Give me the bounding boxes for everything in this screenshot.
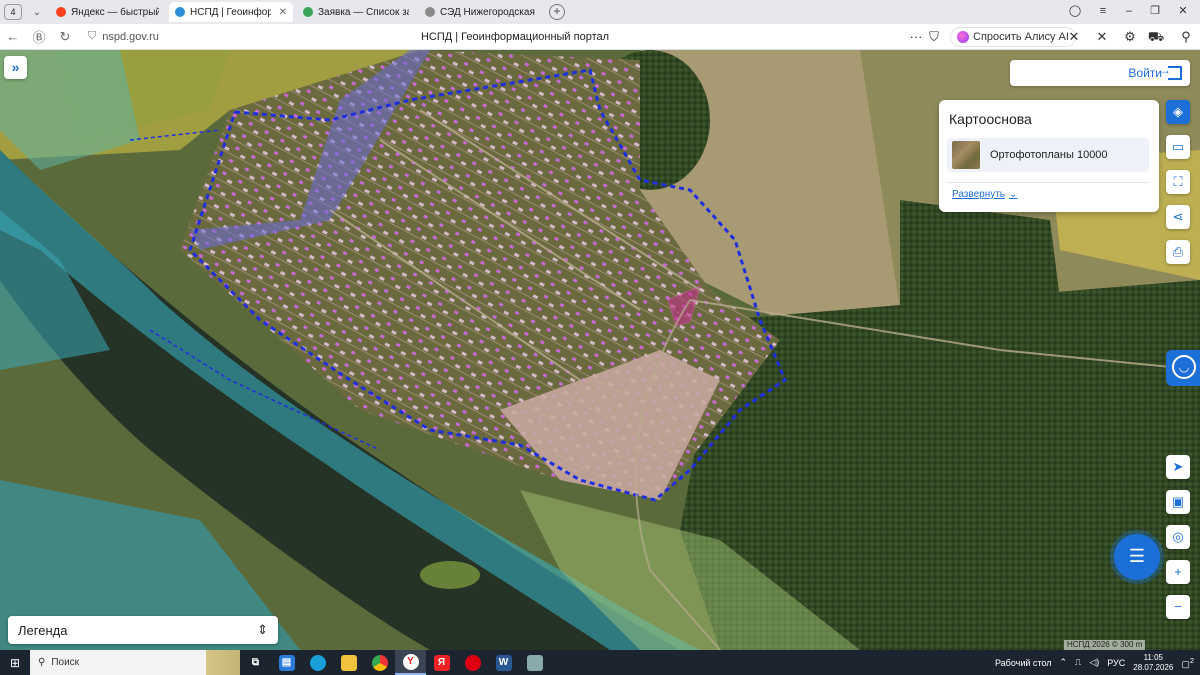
more-icon[interactable]: ··· bbox=[906, 27, 926, 47]
nspd-favicon-icon bbox=[175, 7, 185, 17]
map-canvas[interactable]: » Войти Картооснова Ортофотопланы 10000 … bbox=[0, 50, 1200, 650]
system-tray: Рабочий стол ⌃ ⎍ ◁) РУС 11:05 28.07.2026… bbox=[995, 650, 1200, 675]
clock-time: 11:05 bbox=[1143, 652, 1163, 662]
tab-nspd[interactable]: НСПД | Геоинформаци ✕ bbox=[169, 2, 293, 22]
network-icon[interactable]: ⎍ bbox=[1075, 657, 1081, 668]
layers-tool-button[interactable]: ◈ bbox=[1166, 100, 1190, 124]
assistant-icon: ◡ bbox=[1172, 355, 1196, 379]
volume-icon[interactable]: ◁) bbox=[1089, 657, 1099, 668]
notification-icon[interactable]: ▢2 bbox=[1181, 656, 1194, 670]
word-icon[interactable]: W bbox=[488, 650, 519, 675]
expand-link[interactable]: Развернуть ⌄ bbox=[952, 189, 1017, 200]
new-tab-button[interactable]: + bbox=[549, 4, 565, 20]
url-field[interactable]: nspd.gov.ru bbox=[102, 31, 159, 43]
tab-sed[interactable]: СЭД Нижегородская обл bbox=[419, 2, 543, 22]
yandex-favicon-icon bbox=[56, 7, 66, 17]
pin-icon[interactable]: ⚲ bbox=[1176, 27, 1196, 47]
chevron-down-icon[interactable]: ⌄ bbox=[28, 7, 46, 18]
globe-favicon-icon bbox=[425, 7, 435, 17]
app-icon[interactable]: ▤ bbox=[271, 650, 302, 675]
reload-icon[interactable]: ↻ bbox=[52, 29, 78, 45]
basemap-option[interactable]: Ортофотопланы 10000 bbox=[947, 138, 1149, 172]
tab-label: Заявка — Список заявок bbox=[318, 6, 409, 18]
tab-label: НСПД | Геоинформаци bbox=[190, 6, 271, 18]
notification-count: 2 bbox=[1189, 655, 1194, 665]
alice-label: Спросить Алису AI bbox=[973, 31, 1069, 43]
yandex-icon[interactable]: Я bbox=[426, 650, 457, 675]
geolocation-icon[interactable]: ◎ bbox=[1166, 525, 1190, 549]
alice-icon bbox=[957, 31, 969, 43]
yandex-browser-icon[interactable]: Y bbox=[395, 650, 426, 675]
minimize-icon[interactable]: – bbox=[1116, 0, 1142, 24]
windows-start-icon[interactable]: ⊞ bbox=[0, 656, 30, 670]
divider bbox=[947, 182, 1149, 183]
explorer-icon[interactable] bbox=[333, 650, 364, 675]
extension-icon[interactable]: ✕ bbox=[1092, 27, 1112, 47]
close-tab-icon[interactable]: ✕ bbox=[279, 7, 287, 18]
menu-icon[interactable]: ≡ bbox=[1090, 0, 1116, 24]
tab-yandex[interactable]: Яндекс — быстрый поиск bbox=[50, 2, 165, 22]
search-label: Поиск bbox=[51, 657, 80, 668]
login-button[interactable]: Войти bbox=[1010, 60, 1190, 86]
extension-icon[interactable]: ⛟ bbox=[1146, 27, 1166, 47]
legend-toggle[interactable]: Легенда ⇕ bbox=[8, 616, 278, 644]
expand-label: Развернуть bbox=[952, 189, 1006, 200]
mail-favicon-icon bbox=[303, 7, 313, 17]
edge-icon[interactable] bbox=[302, 650, 333, 675]
screen: { "browser": { "tab_count": "4", "tabs":… bbox=[0, 0, 1200, 675]
extension-icon[interactable]: ✕ bbox=[1064, 27, 1084, 47]
updown-chevron-icon: ⇕ bbox=[257, 622, 268, 637]
zoom-out-button[interactable]: − bbox=[1166, 595, 1190, 619]
protect-icon[interactable]: Ⓑ bbox=[26, 27, 52, 46]
back-icon[interactable]: ← bbox=[0, 29, 26, 44]
share-icon[interactable]: ⋖ bbox=[1166, 205, 1190, 229]
windows-taskbar: ⊞ ⚲ Поиск ⧉ ▤ Y Я W Рабочий стол ⌃ ⎍ ◁) … bbox=[0, 650, 1200, 675]
print-icon[interactable]: ⎙ bbox=[1166, 240, 1190, 264]
taskbar-search[interactable]: ⚲ Поиск bbox=[30, 650, 206, 675]
task-view-icon[interactable]: ⧉ bbox=[240, 650, 271, 675]
basemap-panel: Картооснова Ортофотопланы 10000 Разверну… bbox=[939, 100, 1159, 212]
expand-sidebar-button[interactable]: » bbox=[4, 56, 27, 79]
address-bar: ← Ⓑ ↻ ⛉ nspd.gov.ru НСПД | Геоинформацио… bbox=[0, 24, 1200, 50]
close-window-icon[interactable]: ✕ bbox=[1170, 0, 1196, 24]
side-panel-tab[interactable]: ◡ bbox=[1166, 350, 1200, 386]
login-arrow-icon bbox=[1159, 63, 1182, 80]
basemap-title: Картооснова bbox=[949, 111, 1032, 127]
area-select-icon[interactable]: ⛶ bbox=[1166, 170, 1190, 194]
clock[interactable]: 11:05 28.07.2026 bbox=[1133, 653, 1173, 673]
search-highlight-image bbox=[206, 650, 240, 675]
login-label: Войти bbox=[1128, 66, 1162, 80]
browser-tab-bar: 4 ⌄ Яндекс — быстрый поиск НСПД | Геоинф… bbox=[0, 0, 1200, 24]
language-indicator[interactable]: РУС bbox=[1107, 658, 1125, 668]
chevron-up-icon[interactable]: ⌃ bbox=[1059, 657, 1067, 668]
shield-icon: ⛉ bbox=[88, 30, 97, 42]
profile-icon[interactable]: ◯ bbox=[1062, 0, 1088, 24]
puzzle-icon[interactable]: ⚙ bbox=[1120, 27, 1140, 47]
app-icon[interactable] bbox=[519, 650, 550, 675]
scale-bar: НСПД 2026 © 300 m bbox=[1064, 640, 1146, 650]
opera-icon[interactable] bbox=[457, 650, 488, 675]
clock-date: 28.07.2026 bbox=[1133, 662, 1174, 672]
legend-label: Легенда bbox=[18, 622, 68, 638]
minimap-icon[interactable]: ▣ bbox=[1166, 490, 1190, 514]
locate-icon[interactable]: ➤ bbox=[1166, 455, 1190, 479]
tab-counter[interactable]: 4 bbox=[4, 4, 22, 20]
desktop-label[interactable]: Рабочий стол bbox=[995, 658, 1052, 668]
basemap-option-label: Ортофотопланы 10000 bbox=[990, 149, 1108, 161]
chat-bubble-icon[interactable]: ☰ bbox=[1114, 534, 1160, 580]
ruler-icon[interactable]: ▭ bbox=[1166, 135, 1190, 159]
orthophoto-thumbnail bbox=[952, 141, 980, 169]
chrome-icon[interactable] bbox=[364, 650, 395, 675]
tab-requests[interactable]: Заявка — Список заявок bbox=[297, 2, 415, 22]
restore-icon[interactable]: ❐ bbox=[1142, 0, 1168, 24]
chevron-down-icon: ⌄ bbox=[1009, 189, 1018, 200]
tab-label: СЭД Нижегородская обл bbox=[440, 6, 537, 18]
zoom-in-button[interactable]: + bbox=[1166, 560, 1190, 584]
search-icon: ⚲ bbox=[38, 657, 46, 668]
bookmark-icon[interactable]: ⛉ bbox=[924, 27, 944, 47]
alice-button[interactable]: Спросить Алису AI bbox=[950, 27, 1076, 47]
tab-label: Яндекс — быстрый поиск bbox=[71, 6, 159, 18]
